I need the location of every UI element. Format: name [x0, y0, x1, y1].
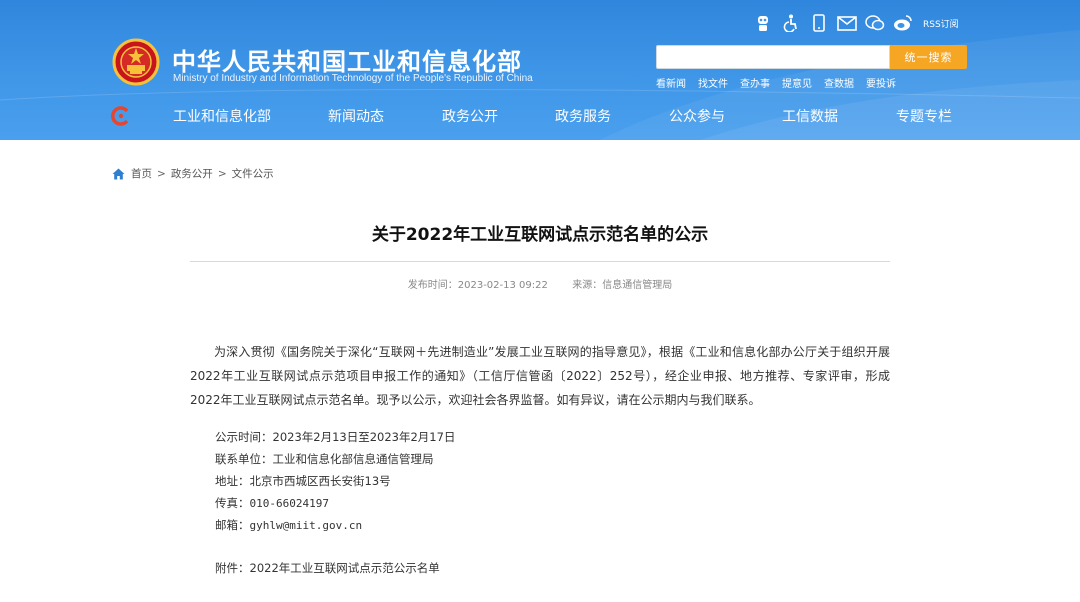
nav-item-news[interactable]: 新闻动态 [328, 106, 384, 126]
period-value: 2023年2月13日至2023年2月17日 [272, 430, 456, 444]
quick-link-services[interactable]: 查办事 [740, 75, 770, 90]
quick-link-feedback[interactable]: 提意见 [782, 75, 812, 90]
quick-link-news[interactable]: 看新闻 [656, 75, 686, 90]
nav-item-special-topics[interactable]: 专题专栏 [896, 106, 952, 126]
home-icon [112, 168, 125, 179]
breadcrumb-file-notice[interactable]: 文件公示 [232, 166, 274, 181]
address-label: 地址： [215, 474, 250, 488]
breadcrumb-gov-affairs[interactable]: 政务公开 [171, 166, 213, 181]
nav-item-data[interactable]: 工信数据 [782, 106, 838, 126]
accessibility-icon[interactable] [781, 13, 801, 33]
search-button[interactable]: 统一搜索 [890, 45, 967, 69]
unit-label: 联系单位： [215, 452, 273, 466]
site-header: 中华人民共和国工业和信息化部 Ministry of Industry and … [0, 0, 1080, 140]
email-value[interactable]: gyhlw@miit.gov.cn [250, 519, 363, 532]
breadcrumb-home[interactable]: 首页 [131, 166, 152, 181]
address-value: 北京市西城区西长安街13号 [249, 474, 391, 488]
source-label: 来源： [572, 280, 603, 291]
search-input[interactable] [656, 45, 890, 69]
weibo-icon[interactable] [893, 13, 913, 33]
quick-link-complaint[interactable]: 要投诉 [866, 75, 896, 90]
site-title[interactable]: 中华人民共和国工业和信息化部 [172, 42, 522, 77]
publish-time: 2023-02-13 09:22 [457, 280, 548, 291]
email-label: 邮箱： [215, 518, 250, 532]
breadcrumb-separator: > [217, 167, 227, 180]
nav-item-participation[interactable]: 公众参与 [669, 106, 725, 126]
quick-links: 看新闻 找文件 查办事 提意见 查数据 要投诉 [656, 75, 896, 90]
info-period: 公示时间：2023年2月13日至2023年2月17日 [215, 429, 455, 445]
article-meta: 发布时间：2023-02-13 09:22 来源：信息通信管理局 [0, 276, 1080, 291]
unit-value: 工业和信息化部信息通信管理局 [272, 452, 434, 466]
publish-time-label: 发布时间： [407, 280, 458, 291]
fax-label: 传真： [215, 496, 250, 510]
info-attachment: 附件：2022年工业互联网试点示范公示名单 [215, 560, 440, 576]
info-address: 地址：北京市西城区西长安街13号 [215, 473, 391, 489]
wechat-icon[interactable] [865, 13, 885, 33]
info-email: 邮箱：gyhlw@miit.gov.cn [215, 517, 362, 533]
info-unit: 联系单位：工业和信息化部信息通信管理局 [215, 451, 434, 467]
robot-icon[interactable] [753, 13, 773, 33]
title-divider [190, 261, 890, 262]
quick-link-data[interactable]: 查数据 [824, 75, 854, 90]
main-nav: 工业和信息化部 新闻动态 政务公开 政务服务 公众参与 工信数据 专题专栏 [0, 104, 1080, 130]
national-emblem-icon [112, 38, 160, 86]
breadcrumb-separator: > [157, 167, 166, 180]
attachment-link[interactable]: 2022年工业互联网试点示范公示名单 [250, 561, 440, 575]
article-paragraph: 为深入贯彻《国务院关于深化“互联网＋先进制造业”发展工业互联网的指导意见》，根据… [190, 345, 890, 407]
source: 信息通信管理局 [602, 280, 673, 291]
site-subtitle: Ministry of Industry and Information Tec… [173, 73, 533, 84]
quick-link-files[interactable]: 找文件 [698, 75, 728, 90]
nav-item-gov-affairs[interactable]: 政务公开 [442, 106, 498, 126]
fax-value: 010-66024197 [249, 497, 329, 510]
mobile-icon[interactable] [809, 13, 829, 33]
nav-item-gov-services[interactable]: 政务服务 [555, 106, 611, 126]
top-utility-icons: RSS订阅 [753, 12, 959, 34]
attachment-label: 附件： [215, 561, 250, 575]
info-fax: 传真：010-66024197 [215, 495, 329, 511]
rss-subscribe-link[interactable]: RSS订阅 [923, 17, 959, 30]
breadcrumb: 首页 > 政务公开 > 文件公示 [112, 166, 274, 181]
nav-item-ministry[interactable]: 工业和信息化部 [173, 106, 271, 126]
period-label: 公示时间： [215, 430, 273, 444]
article-title: 关于2022年工业互联网试点示范名单的公示 [371, 225, 709, 245]
mail-icon[interactable] [837, 13, 857, 33]
